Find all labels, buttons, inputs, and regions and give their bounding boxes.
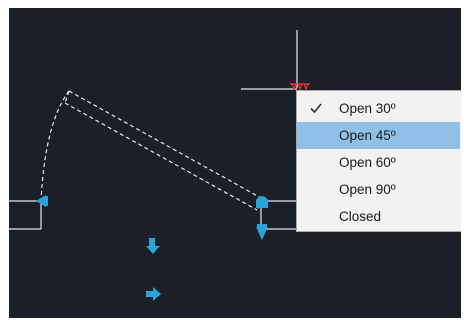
menu-item-label: Open 45º [339,128,396,143]
flip-arrow-right-icon[interactable] [146,287,161,301]
door-swing-arc [40,90,70,202]
menu-item-label: Open 30º [339,101,396,116]
flip-grip-down-icon[interactable] [256,224,268,240]
menu-item-open-45[interactable]: Open 45º [297,122,460,149]
menu-item-open-60[interactable]: Open 60º [297,149,461,176]
drawing-canvas[interactable]: Open 30º Open 45º Open 60º Open 90º Clos… [9,8,461,318]
menu-item-open-90[interactable]: Open 90º [297,176,461,203]
menu-item-label: Open 60º [339,155,396,170]
flip-arrow-down-icon[interactable] [146,238,160,254]
door-panel-preview [40,90,262,211]
menu-item-closed[interactable]: Closed [297,203,461,230]
check-icon [310,95,324,122]
menu-item-label: Closed [339,209,382,224]
menu-item-open-30[interactable]: Open 30º [297,95,461,122]
flip-grip-left-icon[interactable] [36,195,48,207]
door-swing-context-menu: Open 30º Open 45º Open 60º Open 90º Clos… [296,90,461,232]
menu-item-label: Open 90º [339,182,396,197]
crosshair-cursor-icon [241,30,310,91]
stretch-grip-icon[interactable] [256,196,268,208]
